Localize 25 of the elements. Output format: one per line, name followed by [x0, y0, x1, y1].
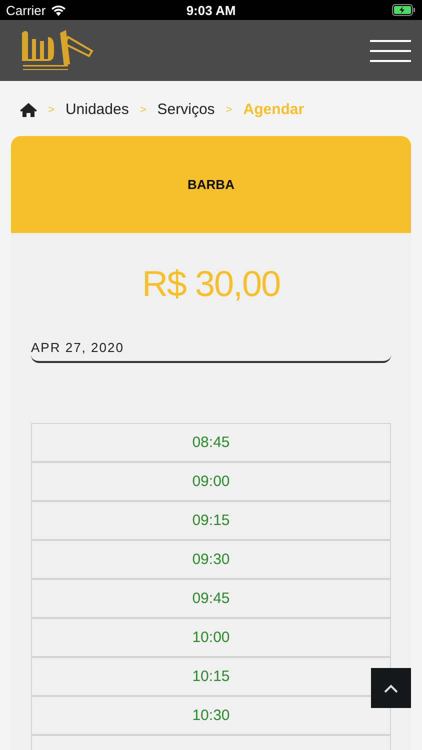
menu-button[interactable]	[370, 38, 411, 62]
breadcrumb-link[interactable]: Unidades	[65, 101, 129, 118]
separator-glyph: >	[140, 104, 146, 116]
menu-icon	[370, 38, 411, 62]
separator-glyph: >	[48, 104, 54, 116]
battery-icon	[392, 4, 416, 16]
price-label: R$ 30,00	[140, 262, 282, 306]
time-slot[interactable]: 10:30	[31, 696, 391, 736]
clock-time: 9:03 AM	[186, 2, 236, 18]
back-to-top-button[interactable]	[371, 668, 411, 708]
date-field[interactable]: APR 27, 2020	[31, 333, 391, 363]
time-slot[interactable]: 10:15	[31, 657, 391, 697]
carrier-label: Carrier	[6, 2, 46, 18]
time-slot[interactable]: 09:15	[31, 501, 391, 541]
home-icon[interactable]	[20, 102, 37, 116]
time-slot[interactable]: 09:00	[31, 462, 391, 502]
time-slot[interactable]: 09:45	[31, 579, 391, 619]
service-title: BARBA	[188, 177, 234, 192]
wifi-icon	[50, 4, 66, 16]
chevron-up-icon	[384, 684, 398, 692]
breadcrumb-link[interactable]: Serviços	[157, 101, 215, 118]
time-slot[interactable]: 09:30	[31, 540, 391, 580]
time-slot[interactable]: 10:00	[31, 618, 391, 658]
separator-glyph: >	[226, 104, 232, 116]
time-slot[interactable]: 08:45	[31, 423, 391, 463]
